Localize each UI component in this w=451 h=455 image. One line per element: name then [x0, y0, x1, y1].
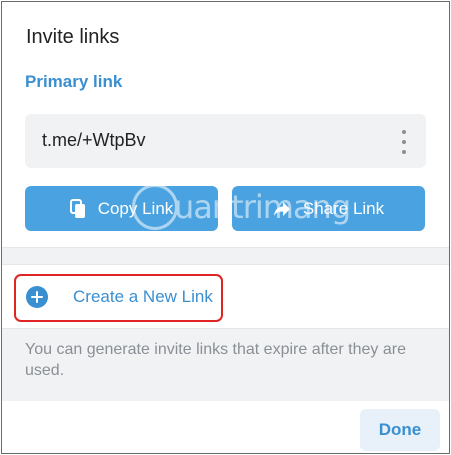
more-vertical-icon[interactable] [396, 128, 412, 154]
invite-links-dialog: Invite links Primary link t.me/+WtpBv Co… [1, 1, 450, 454]
copy-link-button[interactable]: Copy Link [25, 186, 218, 231]
share-arrow-icon [273, 201, 291, 217]
section-divider [2, 247, 449, 265]
primary-link-label: Primary link [25, 72, 123, 91]
primary-link-field[interactable]: t.me/+WtpBv [25, 114, 426, 168]
share-link-label: Share Link [302, 198, 385, 218]
dialog-title: Invite links [26, 26, 120, 48]
share-link-button[interactable]: Share Link [232, 186, 425, 231]
copy-icon [69, 198, 86, 219]
hint-text: You can generate invite links that expir… [25, 341, 406, 379]
hint-panel: You can generate invite links that expir… [2, 328, 449, 401]
primary-link-value[interactable]: t.me/+WtpBv [42, 130, 146, 151]
plus-circle-icon [26, 286, 48, 308]
create-new-link-label: Create a New Link [73, 287, 213, 306]
copy-link-label: Copy Link [97, 198, 174, 218]
create-new-link-button[interactable]: Create a New Link [14, 274, 223, 322]
done-button[interactable]: Done [360, 409, 440, 451]
